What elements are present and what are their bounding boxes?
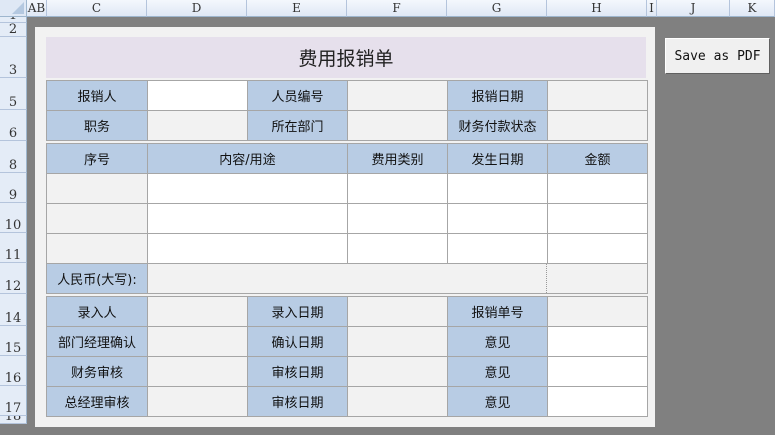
row-header-11[interactable]: 11 bbox=[0, 233, 27, 263]
table-header: 金额 bbox=[547, 143, 648, 174]
item-cell[interactable] bbox=[46, 173, 148, 204]
row-header-14[interactable]: 14 bbox=[0, 294, 27, 326]
approval-cell-input[interactable] bbox=[547, 326, 648, 357]
item-cell[interactable] bbox=[46, 233, 148, 264]
approval-cell-input[interactable] bbox=[147, 386, 248, 417]
info-cell-input[interactable] bbox=[147, 110, 248, 141]
column-header-f[interactable]: F bbox=[347, 0, 447, 17]
select-all-corner[interactable] bbox=[0, 0, 27, 17]
item-cell[interactable] bbox=[547, 203, 648, 234]
approval-cell-label: 部门经理确认 bbox=[46, 326, 148, 357]
item-cell[interactable] bbox=[147, 203, 348, 234]
item-cell[interactable] bbox=[447, 203, 548, 234]
rmb-amount-input[interactable] bbox=[147, 263, 648, 294]
row-header-6[interactable]: 6 bbox=[0, 110, 27, 141]
approval-cell-label: 总经理审核 bbox=[46, 386, 148, 417]
table-header: 序号 bbox=[46, 143, 148, 174]
item-cell[interactable] bbox=[347, 233, 448, 264]
column-header-e[interactable]: E bbox=[247, 0, 347, 17]
approval-cell-input[interactable] bbox=[347, 296, 448, 327]
info-cell-label: 财务付款状态 bbox=[447, 110, 548, 141]
column-header-i[interactable]: I bbox=[647, 0, 657, 17]
info-cell-label: 报销日期 bbox=[447, 80, 548, 111]
row-header-3[interactable]: 3 bbox=[0, 37, 27, 78]
form-title: 费用报销单 bbox=[46, 37, 646, 78]
item-cell[interactable] bbox=[147, 173, 348, 204]
info-cell-label: 报销人 bbox=[46, 80, 148, 111]
item-cell[interactable] bbox=[547, 173, 648, 204]
row-header-15[interactable]: 15 bbox=[0, 326, 27, 356]
item-cell[interactable] bbox=[46, 203, 148, 234]
approval-cell-input[interactable] bbox=[147, 326, 248, 357]
info-cell-input[interactable] bbox=[347, 110, 448, 141]
row-header-9[interactable]: 9 bbox=[0, 173, 27, 203]
item-cell[interactable] bbox=[147, 233, 348, 264]
table-header: 费用类别 bbox=[347, 143, 448, 174]
approval-cell-label: 审核日期 bbox=[247, 386, 348, 417]
info-cell-input[interactable] bbox=[547, 110, 648, 141]
approval-cell-input[interactable] bbox=[347, 386, 448, 417]
row-header-8[interactable]: 8 bbox=[0, 141, 27, 173]
approval-cell-label: 报销单号 bbox=[447, 296, 548, 327]
approval-cell-label: 意见 bbox=[447, 386, 548, 417]
rmb-label: 人民币(大写): bbox=[46, 263, 148, 294]
info-cell-input[interactable] bbox=[347, 80, 448, 111]
row-header-17[interactable]: 17 bbox=[0, 386, 27, 416]
info-cell-label: 人员编号 bbox=[247, 80, 348, 111]
approval-cell-input[interactable] bbox=[347, 326, 448, 357]
column-header-h[interactable]: H bbox=[547, 0, 647, 17]
column-header-d[interactable]: D bbox=[147, 0, 247, 17]
approval-cell-input[interactable] bbox=[147, 356, 248, 387]
row-header-5[interactable]: 5 bbox=[0, 78, 27, 110]
row-header-12[interactable]: 12 bbox=[0, 263, 27, 294]
dotted-divider bbox=[546, 264, 547, 293]
column-header-g[interactable]: G bbox=[447, 0, 547, 17]
row-header-2[interactable]: 2 bbox=[0, 23, 27, 37]
approval-cell-input[interactable] bbox=[147, 296, 248, 327]
item-cell[interactable] bbox=[547, 233, 648, 264]
approval-cell-input[interactable] bbox=[547, 356, 648, 387]
row-header-16[interactable]: 16 bbox=[0, 356, 27, 386]
approval-cell-label: 财务审核 bbox=[46, 356, 148, 387]
approval-cell-label: 审核日期 bbox=[247, 356, 348, 387]
row-header-18[interactable]: 18 bbox=[0, 416, 27, 424]
approval-cell-label: 录入日期 bbox=[247, 296, 348, 327]
item-cell[interactable] bbox=[347, 203, 448, 234]
info-cell-input[interactable] bbox=[147, 80, 248, 111]
item-cell[interactable] bbox=[347, 173, 448, 204]
table-header: 内容/用途 bbox=[147, 143, 348, 174]
item-cell[interactable] bbox=[447, 233, 548, 264]
approval-cell-label: 确认日期 bbox=[247, 326, 348, 357]
info-cell-input[interactable] bbox=[547, 80, 648, 111]
info-cell-label: 所在部门 bbox=[247, 110, 348, 141]
info-cell-label: 职务 bbox=[46, 110, 148, 141]
column-header-j[interactable]: J bbox=[657, 0, 730, 17]
approval-cell-label: 录入人 bbox=[46, 296, 148, 327]
table-header: 发生日期 bbox=[447, 143, 548, 174]
column-header-k[interactable]: K bbox=[730, 0, 775, 17]
column-header-ab[interactable]: AB bbox=[27, 0, 47, 17]
row-header-10[interactable]: 10 bbox=[0, 203, 27, 233]
save-as-pdf-button[interactable]: Save as PDF bbox=[665, 38, 770, 74]
item-cell[interactable] bbox=[447, 173, 548, 204]
approval-cell-label: 意见 bbox=[447, 356, 548, 387]
approval-cell-input[interactable] bbox=[547, 296, 648, 327]
approval-cell-label: 意见 bbox=[447, 326, 548, 357]
approval-cell-input[interactable] bbox=[347, 356, 448, 387]
column-header-c[interactable]: C bbox=[47, 0, 147, 17]
approval-cell-input[interactable] bbox=[547, 386, 648, 417]
